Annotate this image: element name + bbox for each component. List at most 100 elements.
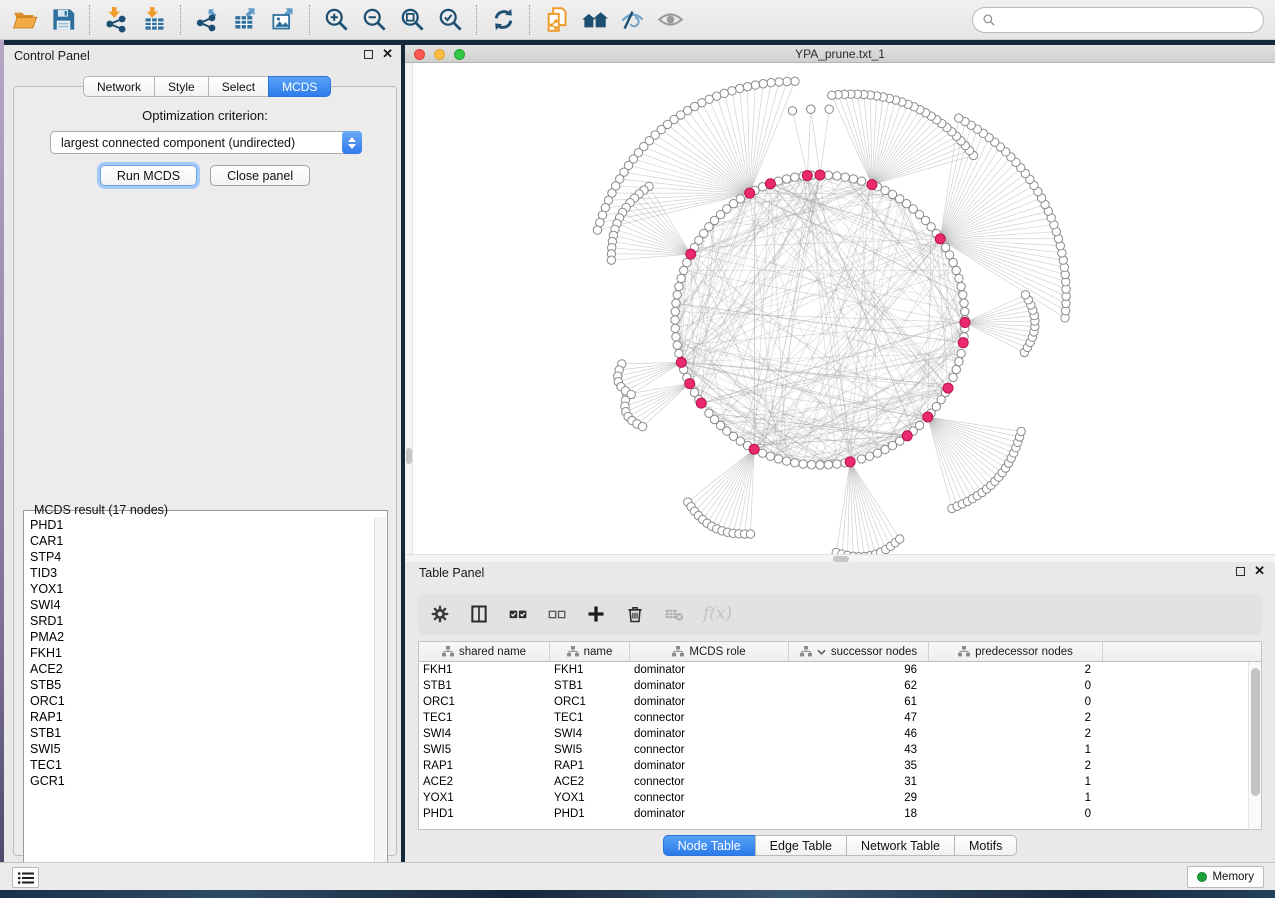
cell-predecessor-nodes: 2 [929, 726, 1103, 742]
cell-predecessor-nodes: 1 [929, 774, 1103, 790]
search-input[interactable] [996, 10, 1263, 30]
mcds-result-item[interactable]: STB1 [25, 725, 374, 741]
table-row[interactable]: RAP1RAP1dominator352 [419, 758, 1248, 774]
table-row[interactable]: SWI5SWI5connector431 [419, 742, 1248, 758]
table-row[interactable]: YOX1YOX1connector291 [419, 790, 1248, 806]
mcds-result-item[interactable]: FKH1 [25, 645, 374, 661]
mcds-result-item[interactable]: PHD1 [25, 517, 374, 533]
split-view-icon[interactable] [469, 599, 489, 629]
open-session-icon[interactable] [6, 3, 44, 37]
delete-column-icon[interactable] [625, 599, 645, 629]
cell-MCDS-role: dominator [630, 678, 789, 694]
table-row[interactable]: ACE2ACE2connector311 [419, 774, 1248, 790]
mcds-result-item[interactable]: CAR1 [25, 533, 374, 549]
network-horizontal-scrollbar[interactable] [405, 554, 1275, 562]
column-header-name[interactable]: name [550, 642, 630, 661]
mcds-result-list[interactable]: PHD1CAR1STP4TID3YOX1SWI4SRD1PMA2FKH1ACE2… [25, 517, 374, 871]
criterion-dropdown[interactable]: largest connected component (undirected) [50, 131, 362, 154]
import-table-icon[interactable] [135, 3, 173, 37]
mcds-result-item[interactable]: ORC1 [25, 693, 374, 709]
cell-MCDS-role: connector [630, 774, 789, 790]
table-row[interactable]: ORC1ORC1dominator610 [419, 694, 1248, 710]
mcds-result-item[interactable]: SWI5 [25, 741, 374, 757]
table-row[interactable]: STB1STB1dominator620 [419, 678, 1248, 694]
mcds-result-item[interactable]: RAP1 [25, 709, 374, 725]
close-panel-icon[interactable]: ✕ [382, 49, 393, 59]
mcds-result-item[interactable]: TEC1 [25, 757, 374, 773]
cell-shared-name: SWI5 [419, 742, 550, 758]
table-row[interactable]: SWI4SWI4dominator462 [419, 726, 1248, 742]
cell-predecessor-nodes: 0 [929, 694, 1103, 710]
cell-successor-nodes: 96 [789, 662, 929, 678]
clone-network-icon[interactable] [537, 3, 575, 37]
table-options-icon[interactable] [430, 599, 450, 629]
refresh-layout-icon[interactable] [484, 3, 522, 37]
save-session-icon[interactable] [44, 3, 82, 37]
mcds-result-item[interactable]: YOX1 [25, 581, 374, 597]
tab-node-table[interactable]: Node Table [663, 835, 755, 856]
zoom-out-icon[interactable] [355, 3, 393, 37]
column-header-shared-name[interactable]: shared name [419, 642, 550, 661]
zoom-in-icon[interactable] [317, 3, 355, 37]
table-row[interactable]: TEC1TEC1connector472 [419, 710, 1248, 726]
control-panel-tabs: NetworkStyleSelectMCDS [83, 76, 331, 97]
network-canvas[interactable] [405, 63, 1275, 554]
tab-motifs[interactable]: Motifs [954, 835, 1017, 856]
tab-network-table[interactable]: Network Table [846, 835, 954, 856]
dropdown-stepper-icon [342, 131, 362, 154]
add-column-icon[interactable] [586, 599, 606, 629]
export-table-icon[interactable] [226, 3, 264, 37]
table-row[interactable]: FKH1FKH1dominator962 [419, 662, 1248, 678]
search-box[interactable] [972, 7, 1264, 33]
task-history-button[interactable] [12, 867, 39, 888]
network-window-title: YPA_prune.txt_1 [405, 47, 1275, 61]
cell-name: RAP1 [550, 758, 630, 774]
export-network-icon[interactable] [188, 3, 226, 37]
mcds-result-item[interactable]: SWI4 [25, 597, 374, 613]
mcds-result-item[interactable]: ACE2 [25, 661, 374, 677]
mcds-result-item[interactable]: STB5 [25, 677, 374, 693]
memory-button[interactable]: Memory [1187, 866, 1264, 888]
main-toolbar [0, 0, 1275, 40]
tab-style[interactable]: Style [154, 76, 208, 97]
tab-mcds[interactable]: MCDS [268, 76, 331, 97]
select-all-icon[interactable] [508, 599, 528, 629]
column-header-successor-nodes[interactable]: successor nodes [789, 642, 929, 661]
mcds-result-item[interactable]: STP4 [25, 549, 374, 565]
import-network-icon[interactable] [97, 3, 135, 37]
table-scrollbar[interactable] [1248, 662, 1261, 829]
float-table-panel-icon[interactable] [1236, 567, 1245, 576]
cell-shared-name: ORC1 [419, 694, 550, 710]
show-eye-icon[interactable] [651, 3, 689, 37]
cell-successor-nodes: 31 [789, 774, 929, 790]
criterion-value: largest connected component (undirected) [51, 136, 342, 150]
zoom-fit-icon[interactable] [393, 3, 431, 37]
float-panel-icon[interactable] [364, 50, 373, 59]
network-window-titlebar[interactable]: YPA_prune.txt_1 [405, 45, 1275, 63]
cell-name: ACE2 [550, 774, 630, 790]
cell-MCDS-role: dominator [630, 726, 789, 742]
home-icon[interactable] [575, 3, 613, 37]
mcds-result-item[interactable]: SRD1 [25, 613, 374, 629]
cell-predecessor-nodes: 0 [929, 678, 1103, 694]
tab-select[interactable]: Select [208, 76, 268, 97]
close-panel-button[interactable]: Close panel [210, 165, 310, 186]
close-table-panel-icon[interactable]: ✕ [1254, 566, 1265, 576]
column-header-MCDS-role[interactable]: MCDS role [630, 642, 789, 661]
network-vertical-scrollbar[interactable] [405, 63, 413, 554]
deselect-all-icon[interactable] [547, 599, 567, 629]
mcds-result-item[interactable]: TID3 [25, 565, 374, 581]
export-image-icon[interactable] [264, 3, 302, 37]
table-row[interactable]: PHD1PHD1dominator180 [419, 806, 1248, 822]
search-icon [982, 13, 996, 27]
tab-network[interactable]: Network [83, 76, 154, 97]
run-mcds-button[interactable]: Run MCDS [100, 165, 197, 186]
zoom-selected-icon[interactable] [431, 3, 469, 37]
hide-annotations-icon[interactable] [613, 3, 651, 37]
mcds-list-scrollbar[interactable] [374, 517, 386, 871]
memory-label: Memory [1212, 871, 1254, 883]
mcds-result-item[interactable]: PMA2 [25, 629, 374, 645]
mcds-result-item[interactable]: GCR1 [25, 773, 374, 789]
tab-edge-table[interactable]: Edge Table [755, 835, 846, 856]
column-header-predecessor-nodes[interactable]: predecessor nodes [929, 642, 1103, 661]
